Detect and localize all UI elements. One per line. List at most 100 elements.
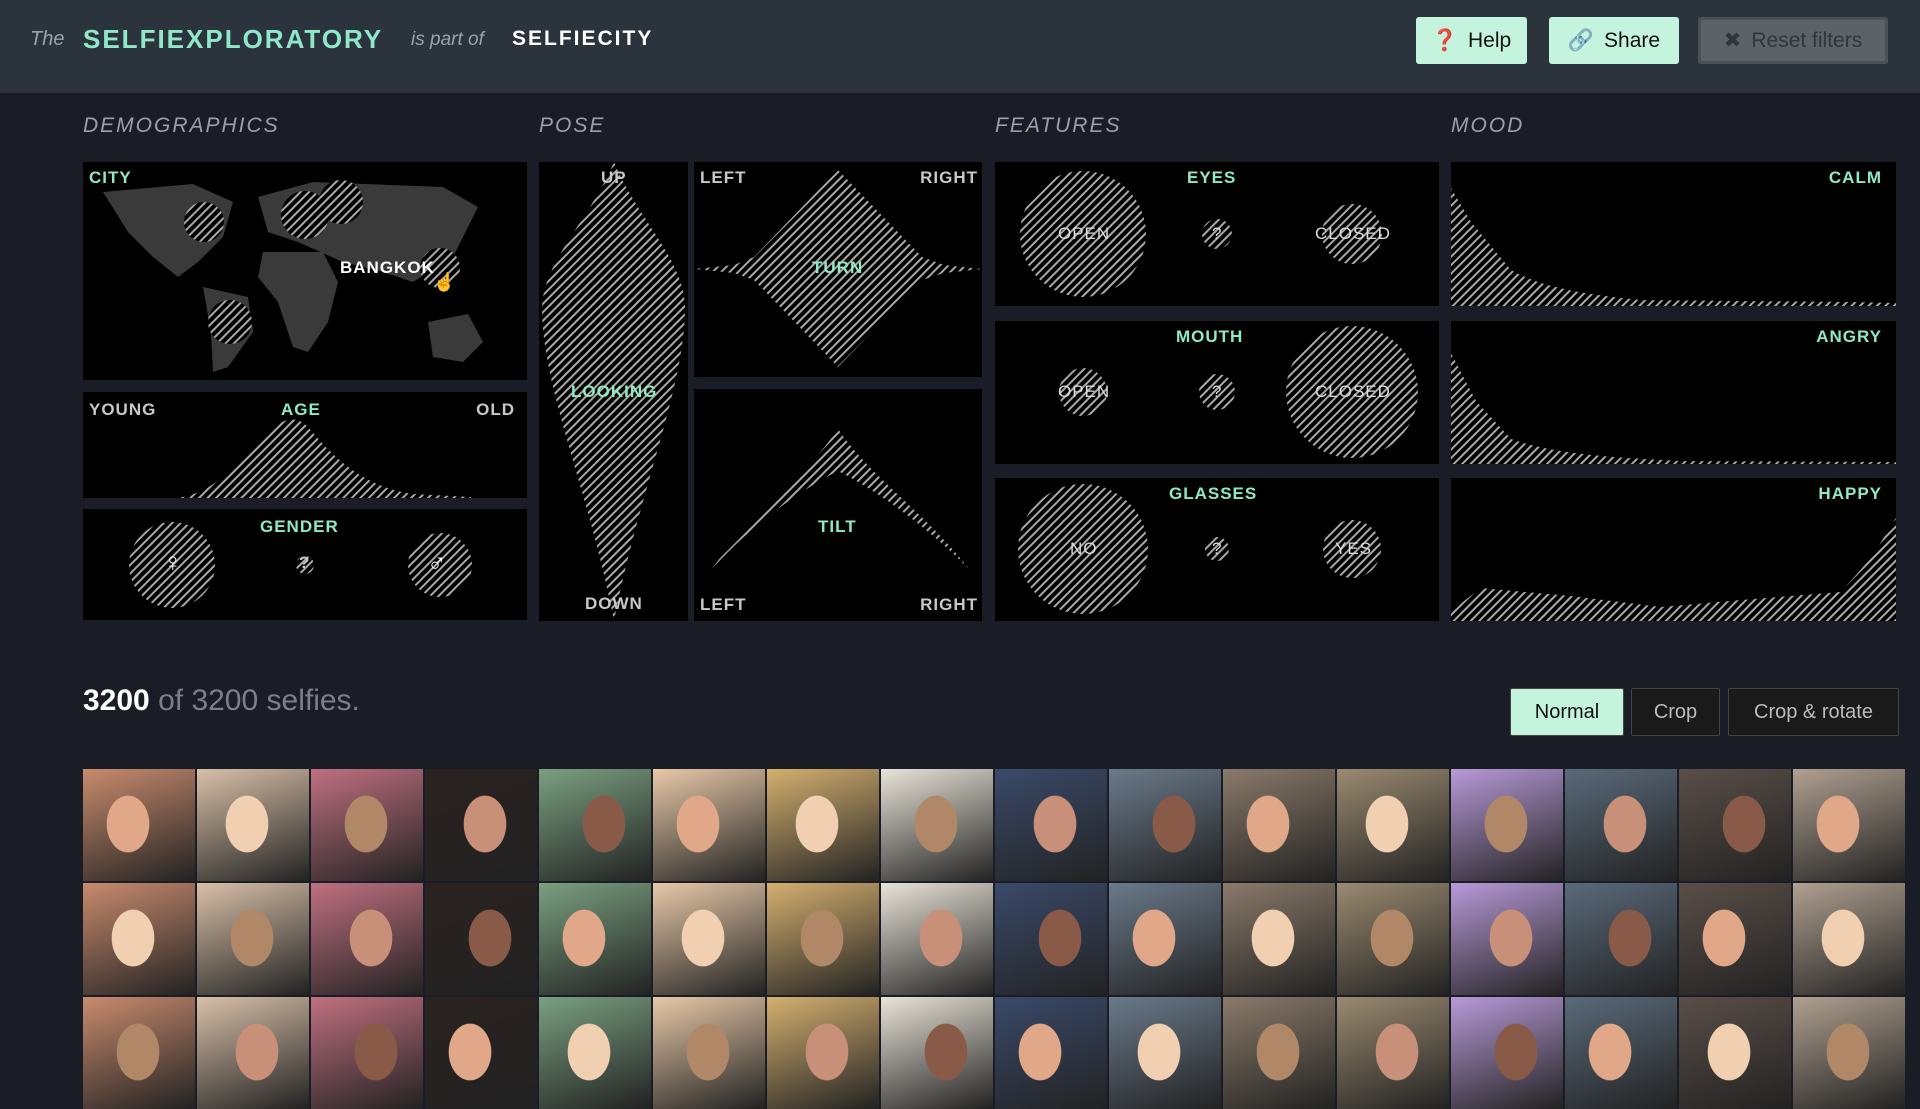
share-label: Share — [1604, 28, 1661, 52]
selfie-thumbnail[interactable] — [1679, 769, 1791, 881]
section-demographics: DEMOGRAPHICS — [83, 114, 280, 137]
unknown-gender-label: ? — [299, 553, 311, 572]
connector-text: is part of — [411, 29, 484, 50]
glasses-filter[interactable]: GLASSES NO ? YES — [995, 478, 1439, 621]
tilt-right-label: RIGHT — [920, 595, 978, 614]
looking-up-label: UP — [601, 168, 627, 187]
selfie-thumbnail[interactable] — [995, 997, 1107, 1109]
mouth-filter[interactable]: MOUTH OPEN ? CLOSED — [995, 321, 1439, 464]
selfie-thumbnail[interactable] — [425, 997, 537, 1109]
age-filter[interactable]: YOUNG AGE OLD — [83, 392, 527, 498]
view-normal-button[interactable]: Normal — [1510, 688, 1624, 736]
selfie-thumbnail[interactable] — [311, 769, 423, 881]
share-button[interactable]: 🔗 Share — [1549, 17, 1679, 64]
selfie-thumbnail[interactable] — [1565, 883, 1677, 995]
selfie-thumbnail[interactable] — [995, 883, 1107, 995]
selfie-thumbnail[interactable] — [767, 997, 879, 1109]
selfie-thumbnail[interactable] — [881, 997, 993, 1109]
selfie-thumbnail[interactable] — [83, 883, 195, 995]
gender-label: GENDER — [260, 517, 339, 536]
selfie-thumbnail[interactable] — [1679, 997, 1791, 1109]
selfie-thumbnail[interactable] — [197, 997, 309, 1109]
selfie-thumbnail[interactable] — [197, 769, 309, 881]
selfie-grid — [83, 769, 1905, 1109]
selfie-thumbnail[interactable] — [1109, 769, 1221, 881]
selfie-thumbnail[interactable] — [653, 997, 765, 1109]
selfie-thumbnail[interactable] — [311, 997, 423, 1109]
happy-label: HAPPY — [1818, 484, 1882, 503]
selfie-thumbnail[interactable] — [539, 883, 651, 995]
help-button[interactable]: ❓ Help — [1416, 17, 1527, 64]
turn-left-label: LEFT — [700, 168, 747, 187]
selfie-thumbnail[interactable] — [1451, 769, 1563, 881]
selfie-thumbnail[interactable] — [1793, 883, 1905, 995]
city-filter-map[interactable]: CITY BANGKOK ☝ — [83, 162, 527, 380]
calm-label: CALM — [1828, 168, 1882, 187]
selfie-thumbnail[interactable] — [767, 883, 879, 995]
total-count-text: of 3200 selfies. — [149, 684, 360, 717]
eyes-filter[interactable]: EYES OPEN ? CLOSED — [995, 162, 1439, 306]
view-crop-rotate-button[interactable]: Crop & rotate — [1728, 688, 1899, 736]
selfie-thumbnail[interactable] — [1223, 997, 1335, 1109]
selfie-thumbnail[interactable] — [83, 769, 195, 881]
tilt-filter[interactable]: TILT LEFT RIGHT — [694, 389, 982, 621]
age-label: AGE — [281, 400, 321, 419]
selfie-thumbnail[interactable] — [539, 997, 651, 1109]
selfie-thumbnail[interactable] — [1109, 883, 1221, 995]
selfie-thumbnail[interactable] — [1451, 997, 1563, 1109]
selfie-thumbnail[interactable] — [425, 769, 537, 881]
selfie-thumbnail[interactable] — [1451, 883, 1563, 995]
eyes-closed-label: CLOSED — [1315, 224, 1391, 243]
reset-filters-button[interactable]: ✖ Reset filters — [1698, 17, 1888, 64]
section-mood: MOOD — [1451, 114, 1525, 137]
selfie-thumbnail[interactable] — [1223, 769, 1335, 881]
mouth-label: MOUTH — [1176, 327, 1244, 346]
mouth-open-label: OPEN — [1058, 382, 1111, 401]
male-icon: ♂ — [427, 547, 448, 577]
selfie-thumbnail[interactable] — [1565, 769, 1677, 881]
link-icon: 🔗 — [1567, 28, 1595, 52]
calm-filter[interactable]: CALM — [1451, 162, 1896, 306]
selfie-thumbnail[interactable] — [653, 883, 765, 995]
selfie-thumbnail[interactable] — [1337, 997, 1449, 1109]
selfie-thumbnail[interactable] — [1337, 883, 1449, 995]
happy-filter[interactable]: HAPPY — [1451, 478, 1896, 621]
turn-right-label: RIGHT — [920, 168, 978, 187]
city-bubble-moscow[interactable] — [319, 180, 363, 224]
city-bubble-sao-paulo[interactable] — [208, 300, 252, 344]
selfie-thumbnail[interactable] — [425, 883, 537, 995]
selfie-thumbnail[interactable] — [881, 769, 993, 881]
close-icon: ✖ — [1723, 29, 1742, 52]
selfie-thumbnail[interactable] — [995, 769, 1107, 881]
question-circle-icon: ❓ — [1431, 28, 1458, 52]
looking-filter[interactable]: UP LOOKING DOWN — [539, 162, 688, 621]
parent-project-link[interactable]: SELFIECITY — [512, 27, 653, 51]
angry-filter[interactable]: ANGRY — [1451, 321, 1896, 464]
selfie-thumbnail[interactable] — [1223, 883, 1335, 995]
glasses-no-label: NO — [1070, 539, 1098, 558]
selfie-thumbnail[interactable] — [1565, 997, 1677, 1109]
selfie-thumbnail[interactable] — [197, 883, 309, 995]
selfie-thumbnail[interactable] — [1337, 769, 1449, 881]
tilt-distribution — [712, 429, 969, 569]
hand-cursor-icon: ☝ — [433, 272, 456, 292]
selfie-thumbnail[interactable] — [767, 769, 879, 881]
selfie-thumbnail[interactable] — [653, 769, 765, 881]
selfie-thumbnail[interactable] — [1109, 997, 1221, 1109]
selfie-thumbnail[interactable] — [1793, 997, 1905, 1109]
view-crop-button[interactable]: Crop — [1631, 688, 1720, 736]
selfie-thumbnail[interactable] — [311, 883, 423, 995]
city-bubble-new-york[interactable] — [184, 202, 224, 242]
turn-label: TURN — [812, 258, 864, 277]
selfie-thumbnail[interactable] — [539, 769, 651, 881]
gender-filter[interactable]: GENDER ♀ ? ♂ — [83, 509, 527, 620]
app-title[interactable]: SELFIEXPLORATORY — [83, 24, 383, 55]
tilt-left-label: LEFT — [700, 595, 747, 614]
selfie-thumbnail[interactable] — [83, 997, 195, 1109]
selfie-thumbnail[interactable] — [881, 883, 993, 995]
turn-filter[interactable]: LEFT RIGHT TURN — [694, 162, 982, 377]
mouth-unknown-label: ? — [1212, 382, 1223, 401]
eyes-open-label: OPEN — [1058, 224, 1111, 243]
selfie-thumbnail[interactable] — [1793, 769, 1905, 881]
selfie-thumbnail[interactable] — [1679, 883, 1791, 995]
